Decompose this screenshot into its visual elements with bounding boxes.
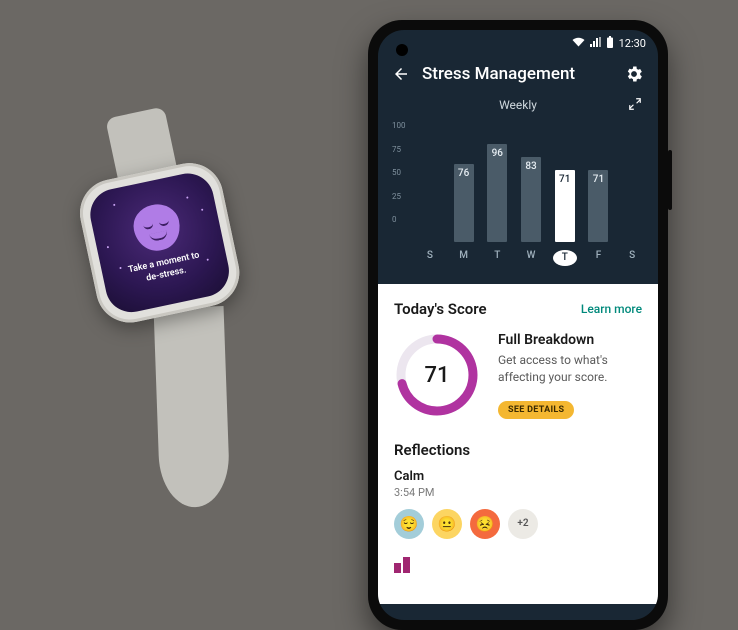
next-section-peek (394, 557, 642, 573)
chart-y-axis: 100 75 50 25 0 (392, 122, 414, 224)
chart-day-label[interactable]: S (418, 250, 442, 266)
phone-screen: 12:30 Stress Management Weekly 100 75 (378, 30, 658, 620)
reflections-section: Reflections Calm 3:54 PM 😌 😐 😣 +2 (394, 441, 642, 573)
page-title: Stress Management (414, 64, 622, 84)
todays-score-heading: Today's Score (394, 300, 487, 318)
chart-day-label[interactable]: S (620, 250, 644, 266)
mood-row: 😌 😐 😣 +2 (394, 509, 642, 539)
chart-bars: 7696837171 (418, 140, 644, 242)
app-bar: Stress Management (378, 54, 658, 98)
score-value: 71 (394, 332, 480, 418)
reflection-mood-label: Calm (394, 469, 642, 484)
watch-screen: Take a moment to de-stress. (86, 169, 234, 317)
watch-body: Take a moment to de-stress. (74, 157, 246, 329)
see-details-button[interactable]: SEE DETAILS (498, 401, 574, 419)
mood-angry-icon[interactable]: 😣 (470, 509, 500, 539)
chart-day-label[interactable]: M (452, 250, 476, 266)
chart-day-label[interactable]: T (485, 250, 509, 266)
learn-more-link[interactable]: Learn more (581, 302, 642, 316)
weekly-chart: Weekly 100 75 50 25 0 7696837171 SMTWTFS (378, 98, 658, 284)
battery-icon (606, 36, 614, 51)
settings-button[interactable] (622, 64, 644, 84)
score-ring: 71 (394, 332, 480, 418)
phone-frame: 12:30 Stress Management Weekly 100 75 (368, 20, 668, 630)
content-panel: Today's Score Learn more 71 Full Breakdo… (378, 284, 658, 604)
status-bar: 12:30 (378, 30, 658, 54)
section-icon (394, 557, 410, 573)
signal-icon (590, 37, 601, 50)
front-camera (396, 44, 408, 56)
smartwatch: Take a moment to de-stress. (33, 121, 297, 439)
mood-neutral-icon[interactable]: 😐 (432, 509, 462, 539)
chart-day-label[interactable]: W (519, 250, 543, 266)
chart-bar[interactable] (620, 140, 644, 242)
status-time: 12:30 (619, 37, 646, 50)
chart-day-label[interactable]: F (587, 250, 611, 266)
chart-bar[interactable]: 96 (485, 140, 509, 242)
chart-x-axis: SMTWTFS (418, 250, 644, 266)
chart-bar[interactable]: 76 (452, 140, 476, 242)
chart-bar[interactable]: 83 (519, 140, 543, 242)
mood-more-button[interactable]: +2 (508, 509, 538, 539)
back-button[interactable] (392, 65, 414, 83)
breakdown-body: Get access to what's affecting your scor… (498, 352, 642, 387)
chart-bar[interactable]: 71 (587, 140, 611, 242)
chart-day-label[interactable]: T (553, 250, 577, 266)
chart-bar[interactable] (418, 140, 442, 242)
chart-bar[interactable]: 71 (553, 140, 577, 242)
reflections-heading: Reflections (394, 441, 642, 459)
mood-calm-icon[interactable]: 😌 (394, 509, 424, 539)
chart-period-label[interactable]: Weekly (499, 98, 537, 112)
expand-icon[interactable] (628, 96, 642, 115)
breakdown-title: Full Breakdown (498, 332, 642, 348)
watch-band (154, 306, 231, 508)
reflection-time: 3:54 PM (394, 486, 642, 499)
wifi-icon (572, 37, 585, 50)
